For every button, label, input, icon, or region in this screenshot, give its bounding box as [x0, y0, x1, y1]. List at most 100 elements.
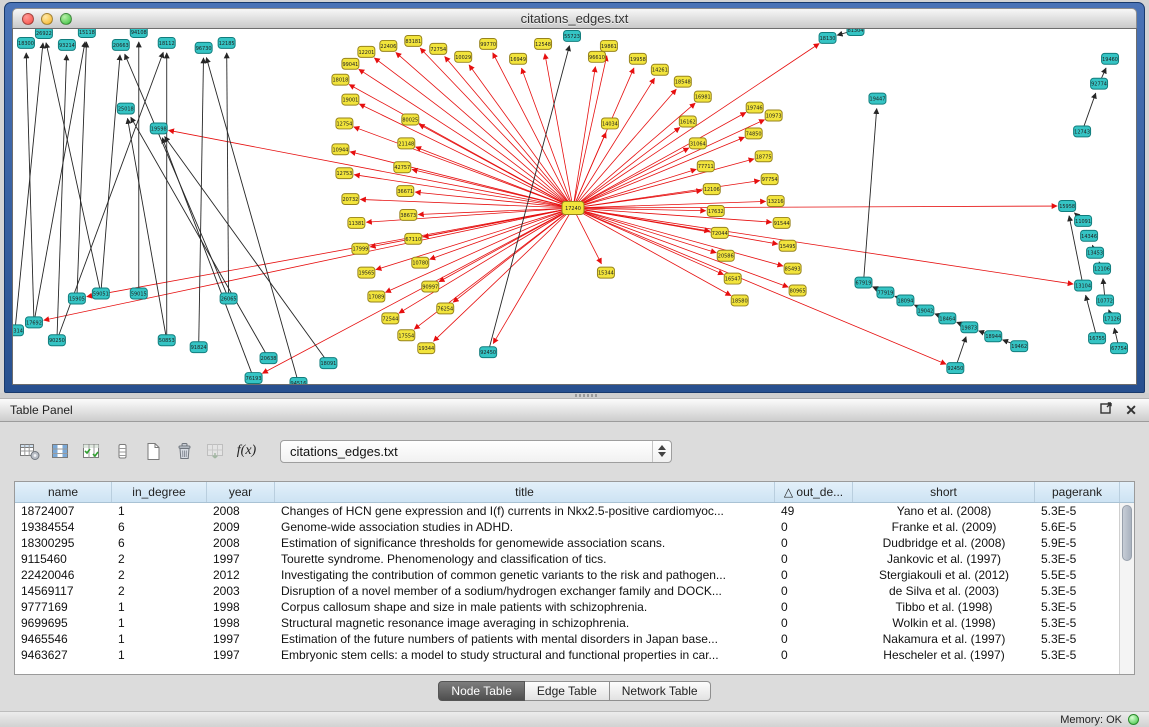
column-header-title[interactable]: title: [275, 482, 775, 502]
graph-node[interactable]: 19958: [629, 53, 646, 64]
graph-node[interactable]: 18091: [320, 358, 337, 369]
graph-node[interactable]: 12106: [703, 184, 720, 195]
graph-edge[interactable]: [573, 56, 607, 208]
graph-node[interactable]: 18018: [332, 74, 349, 85]
graph-edge[interactable]: [26, 53, 34, 322]
graph-node[interactable]: 94516: [290, 378, 307, 384]
column-header-in_degree[interactable]: in_degree: [112, 482, 207, 502]
graph-node[interactable]: 15495: [779, 240, 796, 251]
graph-node[interactable]: 38673: [400, 209, 417, 220]
graph-edge[interactable]: [573, 208, 946, 364]
graph-node[interactable]: 36671: [397, 186, 414, 197]
row-selection-button[interactable]: [76, 438, 107, 465]
graph-node[interactable]: 20663: [112, 39, 129, 50]
function-builder-button[interactable]: f(x): [231, 438, 262, 465]
graph-node[interactable]: 18112: [158, 37, 175, 48]
graph-node[interactable]: 72544: [382, 313, 399, 324]
table-row[interactable]: 1872400712008Changes of HCN gene express…: [15, 503, 1134, 519]
graph-node[interactable]: 12743: [1074, 126, 1091, 137]
graph-node[interactable]: 42757: [394, 162, 411, 173]
graph-node[interactable]: 20586: [717, 250, 734, 261]
graph-node[interactable]: 76193: [245, 373, 262, 384]
graph-node[interactable]: 18944: [985, 331, 1002, 342]
graph-node[interactable]: 12754: [336, 118, 353, 129]
graph-node[interactable]: 10944: [332, 144, 349, 155]
graph-edge[interactable]: [573, 208, 1073, 284]
graph-node[interactable]: 14261: [651, 64, 668, 75]
graph-edge[interactable]: [131, 117, 269, 358]
graph-node[interactable]: 67110: [405, 233, 422, 244]
table-row[interactable]: 2242004622012Investigating the contribut…: [15, 567, 1134, 583]
graph-node[interactable]: 11091: [1075, 215, 1092, 226]
graph-node[interactable]: 55723: [564, 30, 581, 41]
graph-node[interactable]: 72754: [430, 43, 447, 54]
graph-edge[interactable]: [366, 208, 573, 222]
graph-node[interactable]: 13453: [1087, 247, 1104, 258]
graph-node[interactable]: 18130: [819, 32, 836, 43]
zoom-window-button[interactable]: [60, 13, 72, 25]
minimize-window-button[interactable]: [41, 13, 53, 25]
graph-node[interactable]: 91544: [773, 217, 790, 228]
table-row[interactable]: 911546021997Tourette syndrome. Phenomeno…: [15, 551, 1134, 567]
graph-node[interactable]: 19344: [418, 343, 435, 354]
graph-edge[interactable]: [350, 152, 573, 208]
graph-node[interactable]: 10973: [765, 110, 782, 121]
graph-node[interactable]: 67919: [855, 277, 872, 288]
column-header-pagerank[interactable]: pagerank: [1035, 482, 1120, 502]
scrollbar-thumb[interactable]: [1122, 505, 1132, 561]
graph-edge[interactable]: [199, 58, 204, 347]
graph-edge[interactable]: [46, 43, 101, 294]
table-row[interactable]: 1830029562008Estimation of significance …: [15, 535, 1134, 551]
graph-node[interactable]: 92774: [1091, 78, 1108, 89]
graph-node[interactable]: 20638: [260, 353, 277, 364]
graph-node[interactable]: 19565: [358, 267, 375, 278]
graph-node[interactable]: 12201: [358, 46, 375, 57]
graph-node[interactable]: 18300: [17, 37, 34, 48]
graph-node[interactable]: 16547: [724, 273, 741, 284]
graph-edge[interactable]: [227, 53, 229, 299]
graph-edge[interactable]: [1086, 295, 1097, 338]
graph-node[interactable]: 93214: [58, 39, 75, 50]
graph-node[interactable]: 81304: [847, 29, 864, 35]
graph-node[interactable]: 90250: [48, 335, 65, 346]
graph-node[interactable]: 67754: [1111, 343, 1128, 354]
graph-node[interactable]: 19460: [1102, 53, 1119, 64]
graph-node[interactable]: 20732: [342, 194, 359, 205]
graph-node[interactable]: 18775: [755, 151, 772, 162]
graph-edge[interactable]: [573, 67, 595, 208]
tab-edge-table[interactable]: Edge Table: [525, 681, 610, 701]
graph-node[interactable]: 31064: [689, 138, 706, 149]
graph-node[interactable]: 11381: [348, 217, 365, 228]
graph-node[interactable]: 50853: [158, 335, 175, 346]
graph-node[interactable]: 80965: [789, 285, 806, 296]
graph-node[interactable]: 10780: [412, 257, 429, 268]
network-canvas[interactable]: 1830026922932141511820663941081811296730…: [12, 28, 1137, 385]
graph-node[interactable]: 17999: [352, 243, 369, 254]
graph-node[interactable]: 14034: [601, 118, 618, 129]
graph-node[interactable]: 95314: [13, 325, 23, 336]
graph-node[interactable]: 18580: [731, 295, 748, 306]
graph-node[interactable]: 83181: [405, 35, 422, 46]
graph-node[interactable]: 16981: [694, 91, 711, 102]
graph-node[interactable]: 99041: [342, 58, 359, 69]
graph-edge[interactable]: [863, 109, 876, 283]
graph-node[interactable]: 97754: [761, 174, 778, 185]
column-visibility-button[interactable]: [45, 438, 76, 465]
graph-edge[interactable]: [493, 208, 573, 344]
graph-node[interactable]: 10029: [455, 51, 472, 62]
graph-node[interactable]: 17632: [707, 206, 724, 217]
graph-edge[interactable]: [573, 169, 696, 208]
graph-node[interactable]: 92450: [947, 363, 964, 374]
table-selector-dropdown[interactable]: citations_edges.txt: [280, 440, 672, 463]
graph-edge[interactable]: [573, 208, 601, 264]
graph-edge[interactable]: [573, 208, 778, 244]
table-row[interactable]: 1938455462009Genome-wide association stu…: [15, 519, 1134, 535]
graph-edge[interactable]: [206, 57, 298, 383]
delete-table-button[interactable]: [169, 438, 200, 465]
graph-edge[interactable]: [445, 56, 573, 208]
graph-node[interactable]: 77711: [697, 161, 714, 172]
graph-edge[interactable]: [433, 208, 573, 341]
graph-node[interactable]: 17240: [562, 202, 584, 215]
graph-edge[interactable]: [416, 147, 573, 208]
graph-node[interactable]: 17089: [368, 291, 385, 302]
